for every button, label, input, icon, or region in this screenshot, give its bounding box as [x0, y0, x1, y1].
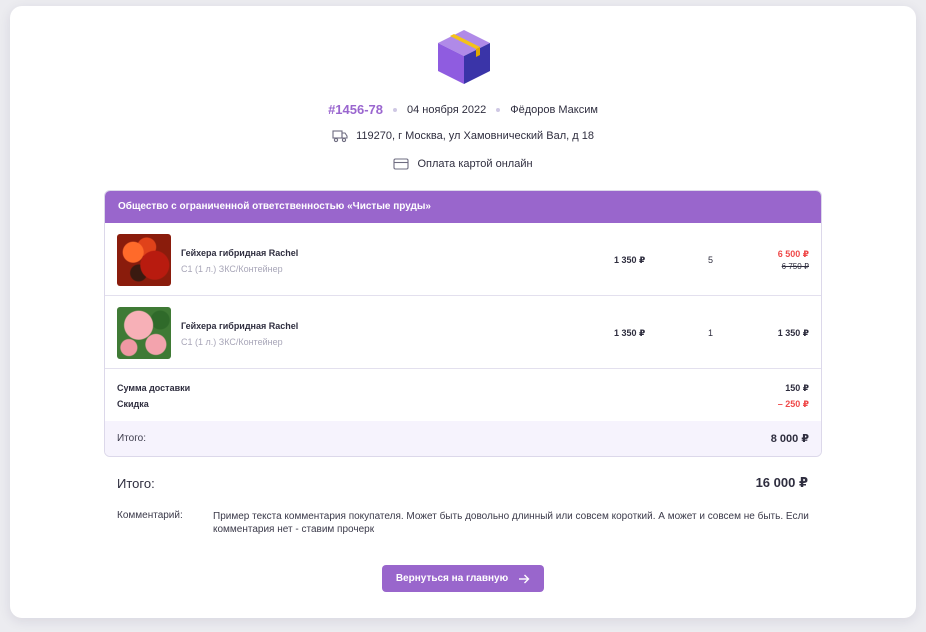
product-total-original: 6 750 ₽: [781, 262, 809, 271]
product-image[interactable]: [117, 307, 171, 359]
product-name[interactable]: Гейхера гибридная Rachel: [181, 321, 298, 331]
product-total: 1 350 ₽: [777, 328, 809, 338]
payment-method: Оплата картой онлайн: [10, 157, 916, 171]
seller-block: Общество с ограниченной ответственностью…: [104, 190, 822, 457]
product-quantity: 1: [708, 328, 714, 338]
credit-card-icon: [393, 158, 409, 170]
back-to-home-button[interactable]: Вернуться на главную: [382, 565, 544, 592]
product-price: 1 350 ₽: [614, 328, 646, 338]
payment-text: Оплата картой онлайн: [417, 158, 533, 170]
product-image[interactable]: [117, 234, 171, 286]
seller-name: Общество с ограниченной ответственностью…: [105, 191, 821, 223]
delivery-address: 119270, г Москва, ул Хамовнический Вал, …: [10, 129, 916, 143]
package-box-icon: [438, 30, 490, 84]
subtotal-label: Итого:: [117, 433, 146, 444]
product-variant: С1 (1 л.) ЗКС/Контейнер: [181, 264, 283, 274]
product-price: 1 350 ₽: [614, 255, 646, 265]
separator-dot: [496, 107, 501, 112]
order-date: 04 ноября 2022: [407, 103, 487, 116]
subtotal-value: 8 000 ₽: [770, 433, 809, 445]
customer-name: Фёдоров Максим: [510, 103, 598, 116]
comment-text: Пример текста комментария покупателя. Мо…: [213, 511, 809, 535]
delivery-label: Сумма доставки: [117, 383, 191, 393]
discount-label: Скидка: [117, 399, 149, 409]
order-meta: #1456-78 04 ноября 2022 Фёдоров Максим: [10, 102, 916, 117]
product-quantity: 5: [708, 255, 714, 265]
grand-total-label: Итого:: [117, 476, 155, 491]
extra-costs: Сумма доставки 150 ₽ Скидка – 250 ₽: [105, 369, 821, 421]
separator-dot: [393, 107, 398, 112]
arrow-right-icon: [519, 574, 530, 583]
product-total-discounted: 6 500 ₽: [777, 249, 809, 259]
address-text: 119270, г Москва, ул Хамовнический Вал, …: [356, 130, 594, 142]
product-name[interactable]: Гейхера гибридная Rachel: [181, 248, 298, 258]
product-variant: С1 (1 л.) ЗКС/Контейнер: [181, 337, 283, 347]
order-item: Гейхера гибридная Rachel С1 (1 л.) ЗКС/К…: [105, 223, 821, 296]
order-confirmation-card: #1456-78 04 ноября 2022 Фёдоров Максим 1…: [10, 6, 916, 618]
grand-total-value: 16 000 ₽: [755, 475, 808, 490]
seller-subtotal: Итого: 8 000 ₽: [105, 421, 821, 456]
order-number: #1456-78: [328, 102, 384, 117]
comment-label: Комментарий:: [117, 510, 183, 521]
delivery-value: 150 ₽: [785, 383, 809, 393]
back-button-label: Вернуться на главную: [395, 573, 509, 584]
discount-value: – 250 ₽: [777, 399, 809, 409]
order-item: Гейхера гибридная Rachel С1 (1 л.) ЗКС/К…: [105, 296, 821, 369]
truck-icon: [332, 130, 348, 143]
